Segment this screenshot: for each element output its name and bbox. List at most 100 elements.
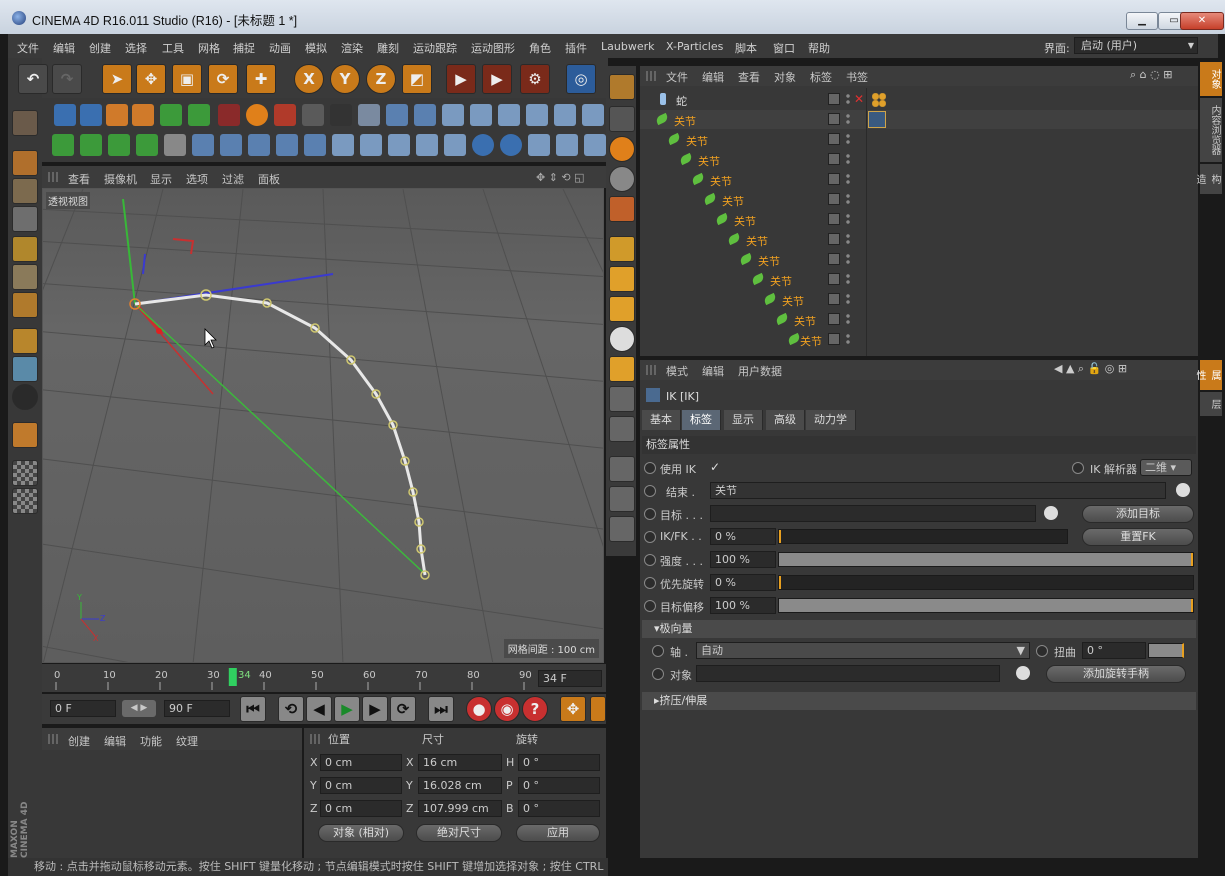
menu-script[interactable]: 脚本 <box>735 40 757 56</box>
render-dots[interactable] <box>846 293 850 305</box>
frame-range-stepper[interactable]: ◀ ▶ <box>122 700 156 717</box>
vstrip-icon-9[interactable] <box>609 326 635 352</box>
plugin-icon-38[interactable] <box>528 134 550 156</box>
material-menu-edit[interactable]: 编辑 <box>104 733 126 749</box>
menu-simulate[interactable]: 模拟 <box>305 40 327 56</box>
om-nav-icons[interactable]: ⌕ ⌂ ◌ ⊞ <box>1130 68 1172 82</box>
strength-slider[interactable] <box>778 552 1194 567</box>
plugin-icon-34[interactable] <box>416 134 438 156</box>
tab-basic[interactable]: 基本 <box>642 410 681 430</box>
side-tab-content-browser[interactable]: 内容浏览器 <box>1200 98 1222 162</box>
render-dots[interactable] <box>846 153 850 165</box>
menu-plugins[interactable]: 插件 <box>565 40 587 56</box>
key-scale-button[interactable] <box>590 696 606 722</box>
rotation-h-field[interactable]: 0 ° <box>518 754 600 771</box>
tweak-mode-icon[interactable] <box>12 356 38 382</box>
visibility-toggle[interactable] <box>828 133 840 145</box>
am-menu-edit[interactable]: 编辑 <box>702 363 724 379</box>
priority-field[interactable]: 0 % <box>710 574 776 591</box>
plugin-icon-1[interactable] <box>54 104 76 126</box>
om-menu-tags[interactable]: 标签 <box>810 69 832 85</box>
render-dots[interactable] <box>846 253 850 265</box>
vstrip-icon-8[interactable] <box>609 296 635 322</box>
animate-radio[interactable] <box>644 600 656 612</box>
add-target-button[interactable]: 添加目标 <box>1082 505 1194 523</box>
position-x-field[interactable]: 0 cm <box>320 754 402 771</box>
menu-create[interactable]: 创建 <box>89 40 111 56</box>
render-dots[interactable] <box>846 313 850 325</box>
tree-row-joint[interactable]: 关节 <box>640 130 1198 150</box>
reset-fk-button[interactable]: 重置FK <box>1082 528 1194 546</box>
plugin-icon-19[interactable] <box>554 104 576 126</box>
plugin-icon-32[interactable] <box>360 134 382 156</box>
plugin-icon-7[interactable] <box>218 104 240 126</box>
animate-radio[interactable] <box>644 531 656 543</box>
magnet-icon[interactable] <box>12 422 38 448</box>
z-axis-lock-button[interactable]: Z <box>366 64 396 94</box>
visibility-toggle[interactable] <box>828 293 840 305</box>
menu-snap[interactable]: 捕捉 <box>233 40 255 56</box>
ikfk-field[interactable]: 0 % <box>710 528 776 545</box>
plugin-icon-2[interactable] <box>80 104 102 126</box>
visibility-toggle[interactable] <box>828 93 840 105</box>
plugin-icon-11[interactable] <box>330 104 352 126</box>
plugin-icon-16[interactable] <box>470 104 492 126</box>
end-frame-field[interactable]: 90 F <box>164 700 230 717</box>
next-frame-button[interactable]: ▶ <box>362 696 388 722</box>
animate-radio[interactable] <box>644 577 656 589</box>
side-tab-objects[interactable]: 对象 <box>1200 62 1222 96</box>
vstrip-icon-11[interactable] <box>609 386 635 412</box>
tree-row-joint[interactable]: 关节 <box>640 330 1198 350</box>
animate-radio[interactable] <box>1072 462 1084 474</box>
vstrip-icon-1[interactable] <box>609 74 635 100</box>
snap-icon[interactable] <box>12 384 38 410</box>
pick-pole-icon[interactable] <box>1016 666 1030 680</box>
tab-display[interactable]: 显示 <box>724 410 763 430</box>
clock-icon[interactable] <box>472 134 494 156</box>
render-dots[interactable] <box>846 213 850 225</box>
vstrip-icon-4[interactable] <box>609 166 635 192</box>
cube-object-button[interactable]: ◎ <box>566 64 596 94</box>
menu-animate[interactable]: 动画 <box>269 40 291 56</box>
animate-radio[interactable] <box>644 508 656 520</box>
plugin-icon-22[interactable] <box>80 134 102 156</box>
material-menu-create[interactable]: 创建 <box>68 733 90 749</box>
vstrip-icon-13[interactable] <box>609 456 635 482</box>
viewport-menu-panel[interactable]: 面板 <box>258 171 280 187</box>
menu-render[interactable]: 渲染 <box>341 40 363 56</box>
perspective-viewport[interactable]: Y Z X 透视视图 网格间距 : 100 cm <box>42 188 604 663</box>
plugin-icon-3[interactable] <box>106 104 128 126</box>
vstrip-icon-5[interactable] <box>609 196 635 222</box>
animate-radio[interactable] <box>644 462 656 474</box>
texture-mode-icon[interactable] <box>12 178 38 204</box>
plugin-icon-29[interactable] <box>276 134 298 156</box>
twist-slider[interactable] <box>1148 643 1184 658</box>
am-menu-mode[interactable]: 模式 <box>666 363 688 379</box>
play-button[interactable]: ▶ <box>334 696 360 722</box>
am-menu-userdata[interactable]: 用户数据 <box>738 363 782 379</box>
visibility-toggle[interactable] <box>828 273 840 285</box>
position-z-field[interactable]: 0 cm <box>320 800 402 817</box>
vstrip-icon-7[interactable] <box>609 266 635 292</box>
tree-row-joint[interactable]: 关节 <box>640 310 1198 330</box>
ik-tag-icon[interactable] <box>868 111 886 128</box>
y-axis-gizmo[interactable] <box>122 198 136 305</box>
plugin-icon-5[interactable] <box>160 104 182 126</box>
pole-object-field[interactable] <box>696 665 1000 682</box>
render-dots[interactable] <box>846 93 850 105</box>
end-link-field[interactable]: 关节 <box>710 482 1166 499</box>
viewport-menu-camera[interactable]: 摄像机 <box>104 171 137 187</box>
redo-button[interactable]: ↷ <box>52 64 82 94</box>
size-x-field[interactable]: 16 cm <box>418 754 502 771</box>
plugin-icon-26[interactable] <box>192 134 214 156</box>
plugin-icon-39[interactable] <box>556 134 578 156</box>
vstrip-icon-12[interactable] <box>609 416 635 442</box>
visibility-toggle[interactable] <box>828 313 840 325</box>
tree-row-joint[interactable]: 关节 <box>640 150 1198 170</box>
minimize-button[interactable]: ▁ <box>1126 12 1158 30</box>
render-picture-viewer-button[interactable]: ▶ <box>482 64 512 94</box>
viewport-menu-options[interactable]: 选项 <box>186 171 208 187</box>
plugin-icon-35[interactable] <box>444 134 466 156</box>
strength-field[interactable]: 100 % <box>710 551 776 568</box>
side-tab-structure[interactable]: 构造 <box>1194 164 1222 194</box>
